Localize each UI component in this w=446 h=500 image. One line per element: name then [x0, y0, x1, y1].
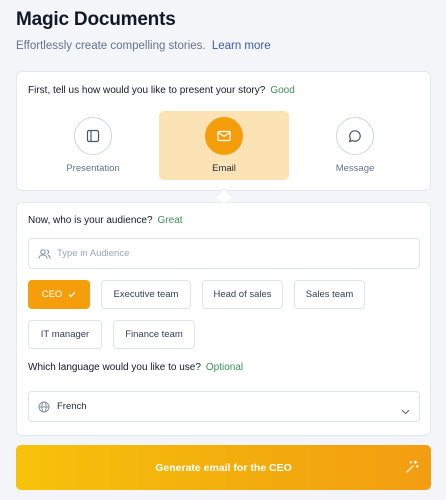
- presentation-icon: [74, 117, 112, 155]
- language-question-text: Which language would you like to use?: [28, 362, 201, 373]
- language-hint: Optional: [205, 362, 244, 373]
- mail-icon: [205, 117, 243, 155]
- chip-label: Finance team: [125, 329, 183, 340]
- audience-chip-it-manager[interactable]: IT manager: [28, 320, 102, 349]
- page-subtitle: Effortlessly create compelling stories. …: [16, 40, 271, 52]
- language-value: French: [57, 401, 87, 412]
- format-hint: Good: [270, 85, 295, 96]
- chip-label: IT manager: [40, 329, 90, 340]
- magic-wand-icon: [405, 460, 419, 477]
- page-title: Magic Documents: [16, 9, 176, 30]
- audience-question: Now, who is your audience? Great: [28, 215, 183, 226]
- language-select[interactable]: French: [28, 391, 420, 422]
- audience-hint: Great: [157, 215, 183, 226]
- audience-chip-executive-team[interactable]: Executive team: [101, 280, 191, 309]
- option-email-label: Email: [212, 163, 236, 174]
- details-card: Now, who is your audience? Great CEO Exec…: [16, 202, 431, 436]
- chip-label: Executive team: [113, 289, 179, 300]
- option-message[interactable]: Message: [290, 111, 420, 180]
- generate-button[interactable]: Generate email for the CEO: [16, 445, 431, 490]
- subtitle-text: Effortlessly create compelling stories.: [16, 40, 206, 52]
- language-question: Which language would you like to use? Opt…: [28, 362, 243, 373]
- chip-label: Head of sales: [213, 289, 272, 300]
- audience-chip-head-of-sales[interactable]: Head of sales: [202, 280, 283, 309]
- option-email[interactable]: Email: [159, 111, 289, 180]
- chat-bubble-icon: [336, 117, 374, 155]
- learn-more-link[interactable]: Learn more: [212, 40, 271, 52]
- option-presentation[interactable]: Presentation: [28, 111, 158, 180]
- audience-chip-sales-team[interactable]: Sales team: [294, 280, 365, 309]
- format-question: First, tell us how would you like to pre…: [28, 85, 295, 96]
- audience-question-text: Now, who is your audience?: [28, 215, 153, 226]
- audience-chip-finance-team[interactable]: Finance team: [113, 320, 195, 349]
- option-presentation-label: Presentation: [66, 163, 120, 174]
- chip-label: CEO: [41, 289, 63, 300]
- audience-chip-ceo[interactable]: CEO: [28, 280, 90, 309]
- format-card: First, tell us how would you like to pre…: [16, 71, 431, 191]
- globe-icon: [38, 400, 50, 418]
- chip-label: Sales team: [305, 289, 354, 300]
- check-icon: [68, 291, 76, 298]
- format-question-text: First, tell us how would you like to pre…: [28, 85, 266, 96]
- option-message-label: Message: [335, 163, 375, 174]
- chevron-down-icon: [401, 402, 410, 420]
- generate-button-label: Generate email for the CEO: [155, 461, 292, 474]
- audience-input[interactable]: [57, 239, 407, 268]
- users-icon: [38, 247, 51, 265]
- audience-field: [28, 238, 420, 269]
